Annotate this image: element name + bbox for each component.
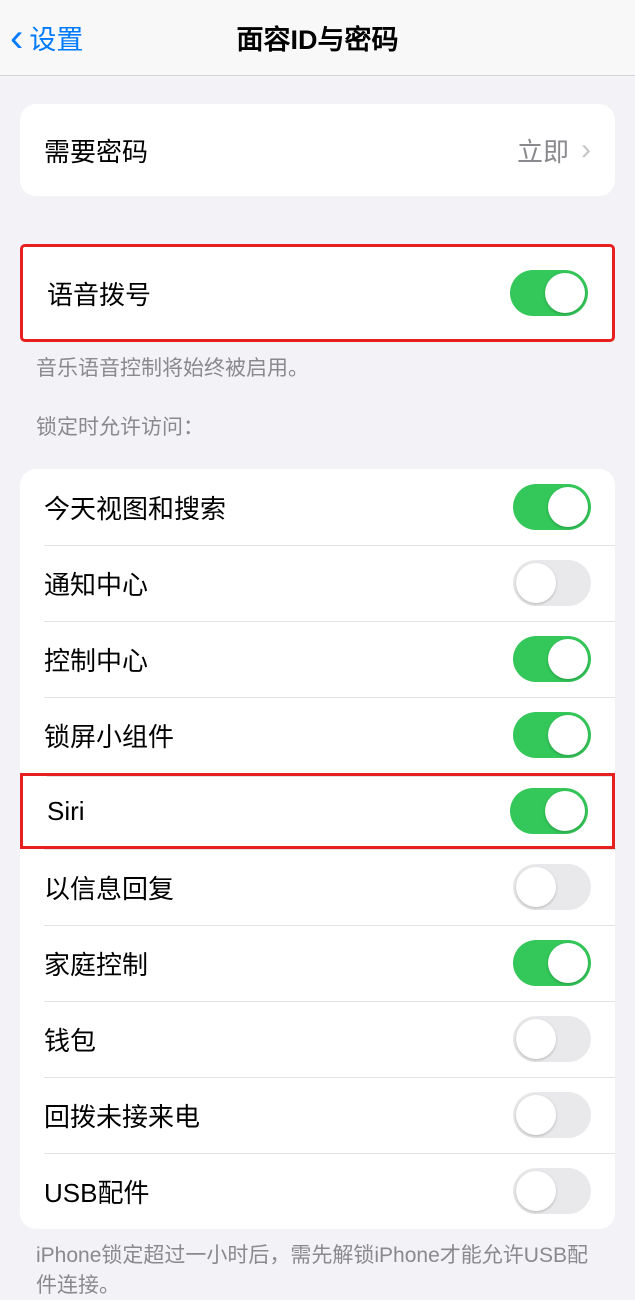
row-locked-item[interactable]: 通知中心 bbox=[20, 545, 615, 621]
toggle-voice-dial[interactable] bbox=[510, 270, 588, 316]
toggle-locked-item[interactable] bbox=[513, 940, 591, 986]
row-locked-item[interactable]: 家庭控制 bbox=[20, 925, 615, 1001]
row-label: 通知中心 bbox=[44, 565, 148, 602]
row-locked-item[interactable]: USB配件 bbox=[20, 1153, 615, 1229]
row-label: 今天视图和搜索 bbox=[44, 489, 226, 526]
toggle-locked-item[interactable] bbox=[513, 712, 591, 758]
row-locked-item[interactable]: 今天视图和搜索 bbox=[20, 469, 615, 545]
row-locked-item[interactable]: 钱包 bbox=[20, 1001, 615, 1077]
row-label: 需要密码 bbox=[44, 132, 148, 169]
back-label: 设置 bbox=[29, 18, 83, 57]
toggle-locked-item[interactable] bbox=[510, 788, 588, 834]
row-locked-item[interactable]: 回拨未接来电 bbox=[20, 1077, 615, 1153]
toggle-locked-item[interactable] bbox=[513, 864, 591, 910]
chevron-left-icon: ‹ bbox=[10, 18, 23, 58]
toggle-locked-item[interactable] bbox=[513, 560, 591, 606]
nav-bar: ‹ 设置 面容ID与密码 bbox=[0, 0, 635, 76]
row-label: 锁屏小组件 bbox=[44, 717, 174, 754]
chevron-right-icon: › bbox=[581, 133, 591, 167]
footer-voice-dial: 音乐语音控制将始终被启用。 bbox=[36, 354, 599, 383]
row-label: 家庭控制 bbox=[44, 945, 148, 982]
row-label: 语音拨号 bbox=[47, 275, 151, 312]
row-voice-dial[interactable]: 语音拨号 bbox=[23, 247, 612, 339]
row-label: 以信息回复 bbox=[44, 869, 174, 906]
row-label: USB配件 bbox=[44, 1173, 149, 1210]
row-label: 控制中心 bbox=[44, 641, 148, 678]
row-locked-item[interactable]: 控制中心 bbox=[20, 621, 615, 697]
header-locked-access: 锁定时允许访问： bbox=[36, 411, 599, 441]
toggle-locked-item[interactable] bbox=[513, 1168, 591, 1214]
row-label: 回拨未接来电 bbox=[44, 1097, 200, 1134]
row-require-passcode[interactable]: 需要密码 立即 › bbox=[20, 104, 615, 196]
group-locked-access: 今天视图和搜索通知中心控制中心锁屏小组件 Siri 以信息回复家庭控制钱包回拨未接来… bbox=[20, 469, 615, 1229]
group-require-passcode: 需要密码 立即 › bbox=[20, 104, 615, 196]
row-locked-item[interactable]: 以信息回复 bbox=[20, 849, 615, 925]
toggle-locked-item[interactable] bbox=[513, 484, 591, 530]
row-locked-item[interactable]: 锁屏小组件 bbox=[20, 697, 615, 773]
row-value: 立即 bbox=[517, 132, 569, 169]
page-title: 面容ID与密码 bbox=[0, 18, 635, 57]
back-button[interactable]: ‹ 设置 bbox=[0, 18, 83, 58]
group-voice-dial: 语音拨号 bbox=[20, 244, 615, 342]
toggle-locked-item[interactable] bbox=[513, 1092, 591, 1138]
toggle-locked-item[interactable] bbox=[513, 1016, 591, 1062]
toggle-locked-item[interactable] bbox=[513, 636, 591, 682]
footer-locked-access: iPhone锁定超过一小时后，需先解锁iPhone才能允许USB配件连接。 bbox=[36, 1241, 599, 1300]
row-label: 钱包 bbox=[44, 1021, 96, 1058]
row-locked-item[interactable]: Siri bbox=[20, 773, 615, 849]
row-label: Siri bbox=[47, 796, 85, 827]
